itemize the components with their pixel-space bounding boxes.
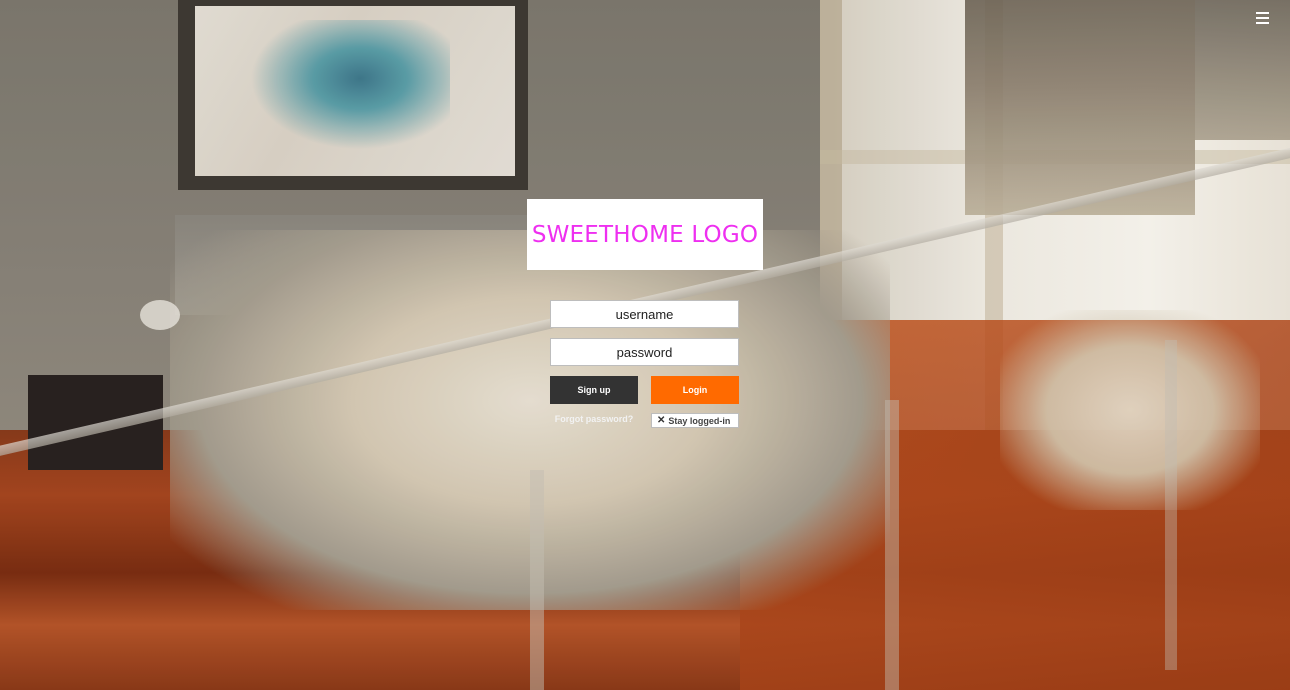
hamburger-menu-icon[interactable] [1255,12,1271,28]
signup-button[interactable]: Sign up [550,376,638,404]
stay-logged-in-checkbox[interactable]: ✕ Stay logged-in [651,413,739,428]
logo-text: SWEETHOME LOGO [531,221,759,248]
x-mark-icon: ✕ [657,414,666,426]
password-input[interactable] [550,338,739,366]
stay-logged-in-label: Stay logged-in [668,415,731,426]
username-input[interactable] [550,300,739,328]
forgot-password-link[interactable]: Forgot password? [550,414,638,424]
logo: SWEETHOME LOGO [527,199,763,270]
login-button[interactable]: Login [651,376,739,404]
